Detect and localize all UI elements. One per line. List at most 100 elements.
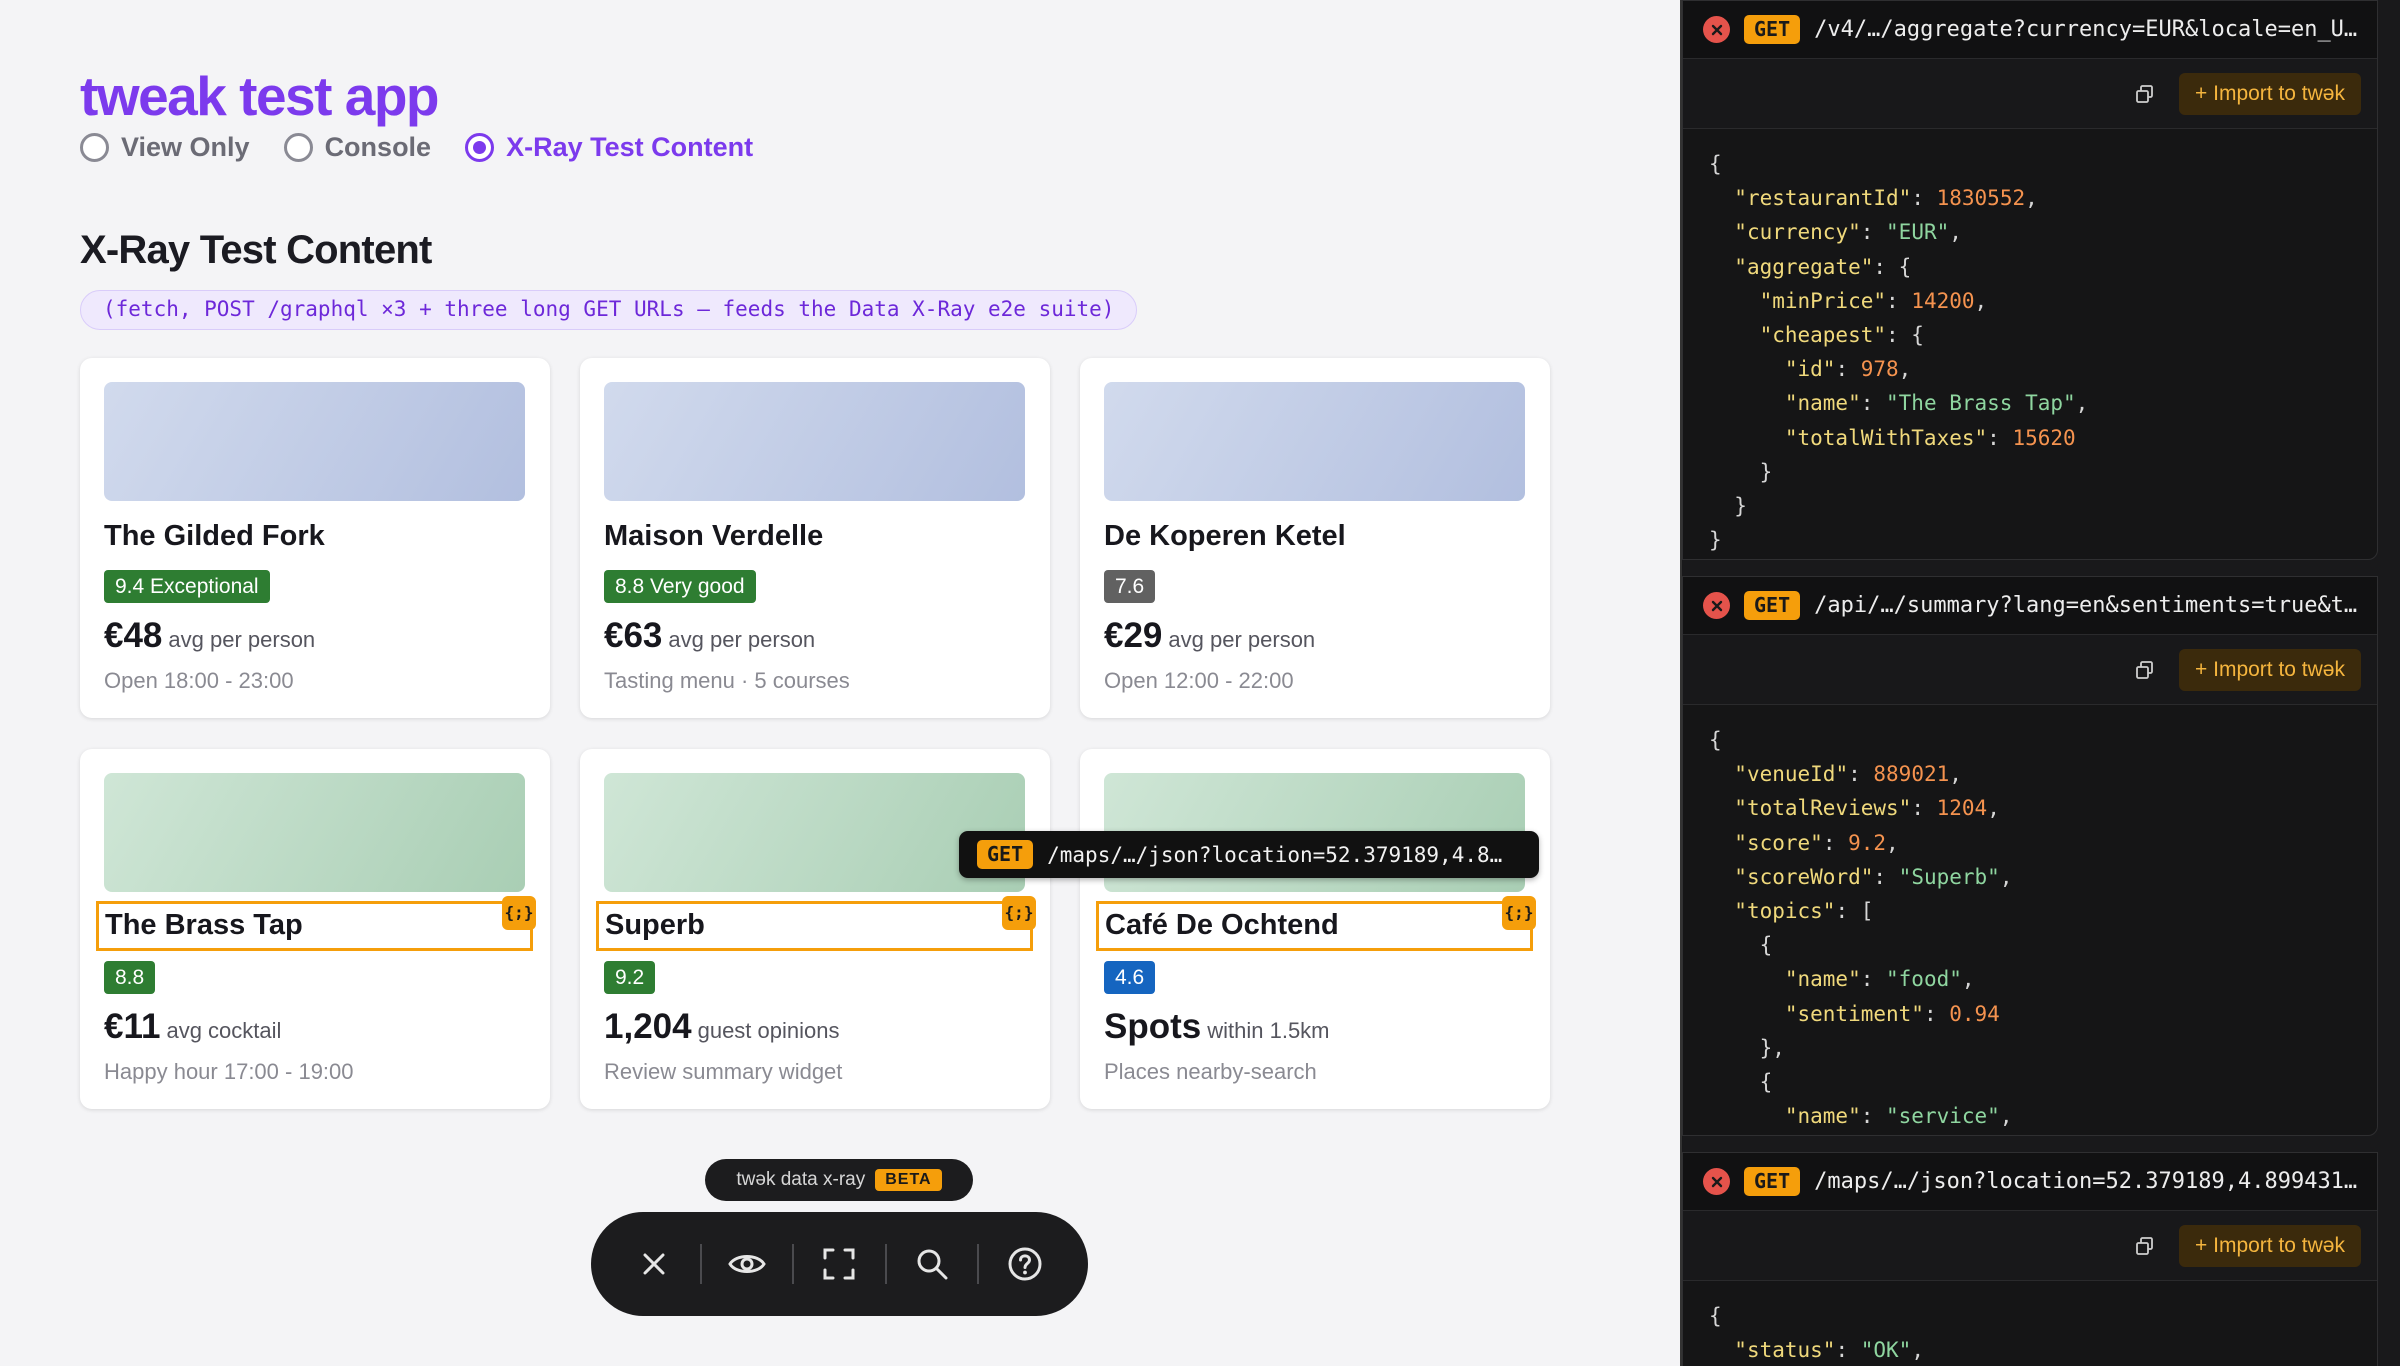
frame-icon bbox=[823, 1248, 855, 1280]
rating-badge: 8.8 Very good bbox=[604, 570, 756, 603]
request-actions: + Import to twək bbox=[1683, 1211, 2377, 1281]
close-request-button[interactable] bbox=[1703, 16, 1730, 43]
close-request-button[interactable] bbox=[1703, 592, 1730, 619]
app-area: tweak test app View Only Console X-Ray T… bbox=[0, 0, 1680, 1366]
mode-console[interactable]: Console bbox=[283, 132, 431, 163]
json-key: "topics" bbox=[1734, 899, 1836, 924]
json-line: } bbox=[1709, 455, 2377, 489]
method-badge: GET bbox=[1744, 15, 1801, 44]
json-punct bbox=[1709, 323, 1760, 347]
select-area-button[interactable] bbox=[809, 1234, 869, 1294]
mode-view-only[interactable]: View Only bbox=[80, 132, 250, 163]
copy-button[interactable] bbox=[2133, 658, 2157, 682]
json-number: 15620 bbox=[2012, 425, 2076, 450]
json-key: "cheapest" bbox=[1759, 323, 1887, 348]
json-punct: { bbox=[1709, 933, 1773, 958]
json-key: "sentiment" bbox=[1784, 1001, 1924, 1026]
json-punct bbox=[1709, 865, 1734, 889]
copy-button[interactable] bbox=[2133, 1234, 2157, 1258]
json-number: 0.94 bbox=[1949, 1001, 2000, 1026]
method-badge: GET bbox=[977, 840, 1034, 869]
copy-icon bbox=[2136, 1236, 2153, 1255]
restaurant-card[interactable]: De Koperen Ketel 7.6 €29 avg per person O… bbox=[1080, 358, 1550, 718]
price-value: Spots bbox=[1104, 1007, 1202, 1046]
json-line: "scoreWord": "Superb", bbox=[1709, 860, 2377, 894]
xray-toolbar bbox=[591, 1212, 1088, 1316]
json-punct bbox=[1709, 762, 1734, 786]
json-punct: }, bbox=[1709, 1035, 1785, 1060]
radio-button-selected[interactable] bbox=[465, 133, 495, 162]
json-key: "status" bbox=[1734, 1338, 1836, 1363]
json-number: 9.2 bbox=[1848, 830, 1887, 855]
card-meta: Places nearby-search bbox=[1104, 1059, 1317, 1084]
json-punct: : bbox=[1911, 186, 1937, 211]
json-key: "id" bbox=[1784, 357, 1836, 382]
close-icon bbox=[1711, 1176, 1722, 1187]
json-line: "topics": [ bbox=[1709, 894, 2377, 928]
json-line: "restaurantId": 1830552, bbox=[1709, 181, 2377, 215]
json-punct: : { bbox=[1886, 323, 1924, 348]
json-punct: , bbox=[1949, 762, 1962, 787]
toolbar-divider bbox=[792, 1244, 795, 1284]
request-url: /maps/…/json?location=52.379189,4.899431… bbox=[1814, 1169, 2358, 1194]
json-punct: { bbox=[1709, 152, 1722, 176]
restaurant-card[interactable]: Café De Ochtend {;} 4.6 Spots within 1.5km… bbox=[1080, 749, 1550, 1109]
close-xray-button[interactable] bbox=[624, 1234, 684, 1294]
restaurant-card[interactable]: The Gilded Fork 9.4 Exceptional €48 avg p… bbox=[80, 358, 550, 718]
xray-highlight[interactable]: The Brass Tap {;} bbox=[96, 896, 536, 951]
price-unit: within 1.5km bbox=[1207, 1018, 1330, 1043]
restaurant-card[interactable]: Superb {;} 9.2 1,204 guest opinions Review… bbox=[580, 749, 1050, 1109]
view-button[interactable] bbox=[717, 1234, 777, 1294]
xray-hover-tooltip: GET /maps/…/json?location=52.379189,4.8… bbox=[959, 831, 1539, 878]
rating-badge: 8.8 bbox=[104, 961, 156, 994]
json-punct: } bbox=[1709, 528, 1722, 553]
copy-button[interactable] bbox=[2133, 82, 2157, 106]
request-card: GET /v4/…/aggregate?currency=EUR&locale=… bbox=[1682, 0, 2378, 560]
card-image bbox=[104, 773, 525, 892]
card-price: €48 avg per person bbox=[104, 616, 315, 656]
json-punct: : bbox=[1848, 762, 1874, 787]
restaurant-card[interactable]: Maison Verdelle 8.8 Very good €63 avg per… bbox=[580, 358, 1050, 718]
request-header: GET /v4/…/aggregate?currency=EUR&locale=… bbox=[1683, 1, 2377, 59]
card-name: Café De Ochtend bbox=[1105, 909, 1339, 941]
json-line: "totalReviews": 1204, bbox=[1709, 791, 2377, 825]
json-punct bbox=[1709, 967, 1785, 991]
help-icon bbox=[1008, 1247, 1042, 1281]
xray-highlight[interactable]: Café De Ochtend {;} bbox=[1096, 896, 1536, 951]
json-punct: : bbox=[1873, 864, 1899, 889]
help-button[interactable] bbox=[995, 1234, 1055, 1294]
import-to-tweak-button[interactable]: + Import to twək bbox=[2179, 648, 2361, 691]
close-icon bbox=[1711, 24, 1722, 35]
json-key: "name" bbox=[1784, 1104, 1861, 1129]
json-line: "status": "OK", bbox=[1709, 1333, 2377, 1366]
json-punct bbox=[1709, 357, 1785, 381]
xray-badge[interactable]: {;} bbox=[1502, 896, 1536, 930]
json-number: 978 bbox=[1860, 357, 1899, 382]
search-button[interactable] bbox=[902, 1234, 962, 1294]
json-punct bbox=[1709, 426, 1785, 450]
card-image bbox=[104, 382, 525, 501]
card-price: 1,204 guest opinions bbox=[604, 1007, 839, 1047]
json-line: "sentiment": 0.94 bbox=[1709, 997, 2377, 1031]
request-header: GET /api/…/summary?lang=en&sentiments=tr… bbox=[1683, 577, 2377, 635]
xray-highlight[interactable]: Superb {;} bbox=[596, 896, 1036, 951]
json-punct bbox=[1709, 1338, 1734, 1362]
radio-button[interactable] bbox=[283, 133, 313, 162]
json-number: 1830552 bbox=[1936, 186, 2026, 211]
xray-badge[interactable]: {;} bbox=[1002, 896, 1036, 930]
mode-xray-test-content[interactable]: X-Ray Test Content bbox=[465, 132, 753, 163]
toolbar-divider bbox=[699, 1244, 702, 1284]
close-request-button[interactable] bbox=[1703, 1168, 1730, 1195]
json-key: "venueId" bbox=[1734, 762, 1849, 787]
copy-icon bbox=[2136, 84, 2153, 103]
import-to-tweak-button[interactable]: + Import to twək bbox=[2179, 72, 2361, 115]
json-string: "food" bbox=[1886, 967, 1962, 992]
radio-button[interactable] bbox=[80, 133, 109, 162]
json-punct: : [ bbox=[1835, 899, 1874, 924]
restaurant-card[interactable]: The Brass Tap {;} 8.8 €11 avg cocktail Hap… bbox=[80, 749, 550, 1109]
json-punct: , bbox=[1911, 1338, 1924, 1363]
card-price: Spots within 1.5km bbox=[1104, 1007, 1330, 1047]
json-preview: { "restaurantId": 1830552, "currency": "… bbox=[1683, 129, 2377, 557]
import-to-tweak-button[interactable]: + Import to twək bbox=[2179, 1224, 2361, 1267]
xray-badge[interactable]: {;} bbox=[502, 896, 536, 930]
